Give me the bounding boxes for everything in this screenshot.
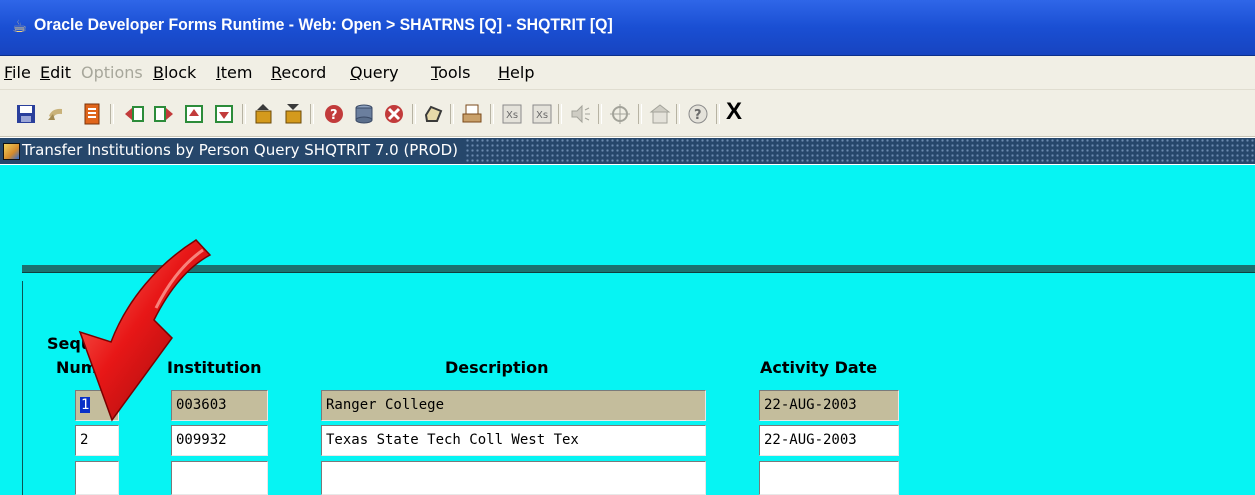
activity-date-field[interactable]: [759, 461, 899, 495]
svg-text:Xs: Xs: [536, 110, 548, 121]
sequence-field[interactable]: [75, 461, 119, 495]
toolbar-separator: [638, 104, 642, 124]
rollback-icon: [48, 108, 62, 120]
enter-query-icon: ?: [325, 105, 343, 123]
toolbar-separator: [558, 104, 562, 124]
toolbar-separator: [412, 104, 416, 124]
window-title-bar: ☕ Oracle Developer Forms Runtime - Web: …: [0, 0, 1255, 56]
menu-edit[interactable]: Edit: [40, 63, 71, 82]
target-button[interactable]: [608, 102, 632, 126]
menu-block[interactable]: Block: [153, 63, 196, 82]
toolbar-separator: [110, 104, 114, 124]
form-title-bar: Transfer Institutions by Person Query SH…: [0, 138, 1255, 164]
extract-all-button[interactable]: Xs: [530, 102, 554, 126]
institution-field[interactable]: [171, 461, 268, 495]
next-block-icon: [154, 106, 173, 122]
save-icon: [17, 105, 35, 123]
exit-button[interactable]: X: [726, 98, 742, 126]
last-record-icon: [215, 105, 233, 123]
toolbar: ? Xs Xs ? X: [0, 90, 1255, 137]
print-icon: [462, 104, 482, 123]
description-field[interactable]: [321, 461, 706, 495]
extract-icon: Xs: [502, 104, 522, 124]
institution-field[interactable]: 003603: [171, 390, 268, 421]
print-doc-icon: [84, 103, 100, 125]
description-field[interactable]: Ranger College: [321, 390, 706, 421]
menu-bar: File Edit Options Block Item Record Quer…: [0, 56, 1255, 90]
building-button[interactable]: [648, 102, 672, 126]
previous-block-button[interactable]: [122, 102, 146, 126]
building-icon: [649, 104, 671, 124]
next-block-button[interactable]: [152, 102, 176, 126]
window-title: Oracle Developer Forms Runtime - Web: Op…: [34, 15, 613, 34]
toolbar-separator: [676, 104, 680, 124]
count-query-button[interactable]: [422, 102, 446, 126]
menu-tools[interactable]: Tools: [431, 63, 470, 82]
print-doc-button[interactable]: [80, 102, 104, 126]
enter-query-button[interactable]: ?: [322, 102, 346, 126]
sequence-field[interactable]: 1: [75, 390, 119, 421]
menu-record[interactable]: Record: [271, 63, 326, 82]
header-sequence-line1: Seque: [47, 334, 104, 353]
toolbar-separator: [310, 104, 314, 124]
first-record-icon: [185, 105, 203, 123]
description-field[interactable]: Texas State Tech Coll West Tex: [321, 425, 706, 456]
cancel-query-icon: [385, 105, 403, 123]
toolbar-separator: [598, 104, 602, 124]
header-institution: Institution: [167, 358, 262, 377]
speaker-button[interactable]: [568, 102, 592, 126]
svg-text:?: ?: [330, 108, 338, 123]
java-coffee-icon: ☕: [12, 17, 28, 37]
header-sequence-line2: Num: [56, 358, 98, 377]
toolbar-separator: [242, 104, 246, 124]
svg-text:Xs: Xs: [506, 110, 518, 121]
insert-record-button[interactable]: [252, 102, 276, 126]
insert-record-icon: [255, 104, 272, 124]
header-activity-date: Activity Date: [760, 358, 878, 377]
execute-query-icon: [355, 104, 373, 124]
menu-file[interactable]: File: [4, 63, 31, 82]
svg-text:?: ?: [694, 108, 702, 123]
menu-item[interactable]: Item: [216, 63, 252, 82]
toolbar-separator: [716, 104, 720, 124]
frame-top-border: [22, 265, 1255, 273]
save-button[interactable]: [14, 102, 38, 126]
target-icon: [610, 104, 630, 124]
execute-query-button[interactable]: [352, 102, 376, 126]
sequence-value: 1: [80, 397, 91, 413]
previous-block-icon: [125, 106, 144, 122]
menu-options[interactable]: Options: [81, 63, 143, 82]
extract-button[interactable]: Xs: [500, 102, 524, 126]
speaker-icon: [571, 104, 590, 124]
form-title-text: Transfer Institutions by Person Query SH…: [22, 141, 458, 159]
form-canvas: Seque Num Institution Description Activi…: [0, 165, 1255, 495]
activity-date-field[interactable]: 22-AUG-2003: [759, 390, 899, 421]
cancel-query-button[interactable]: [382, 102, 406, 126]
toolbar-separator: [450, 104, 454, 124]
frame-left-border: [22, 281, 23, 495]
help-button[interactable]: ?: [686, 102, 710, 126]
help-icon: ?: [688, 104, 708, 124]
last-record-button[interactable]: [212, 102, 236, 126]
extract-all-icon: Xs: [532, 104, 552, 124]
sequence-field[interactable]: 2: [75, 425, 119, 456]
institution-field[interactable]: 009932: [171, 425, 268, 456]
activity-date-field[interactable]: 22-AUG-2003: [759, 425, 899, 456]
count-query-icon: [424, 105, 443, 122]
toolbar-separator: [490, 104, 494, 124]
remove-record-button[interactable]: [282, 102, 306, 126]
form-title: Transfer Institutions by Person Query SH…: [0, 138, 466, 164]
header-description: Description: [445, 358, 549, 377]
rollback-button[interactable]: [44, 102, 68, 126]
first-record-button[interactable]: [182, 102, 206, 126]
menu-query[interactable]: Query: [350, 63, 399, 82]
remove-record-icon: [285, 104, 302, 124]
menu-help[interactable]: Help: [498, 63, 534, 82]
form-icon: [3, 143, 20, 160]
print-button[interactable]: [460, 102, 484, 126]
